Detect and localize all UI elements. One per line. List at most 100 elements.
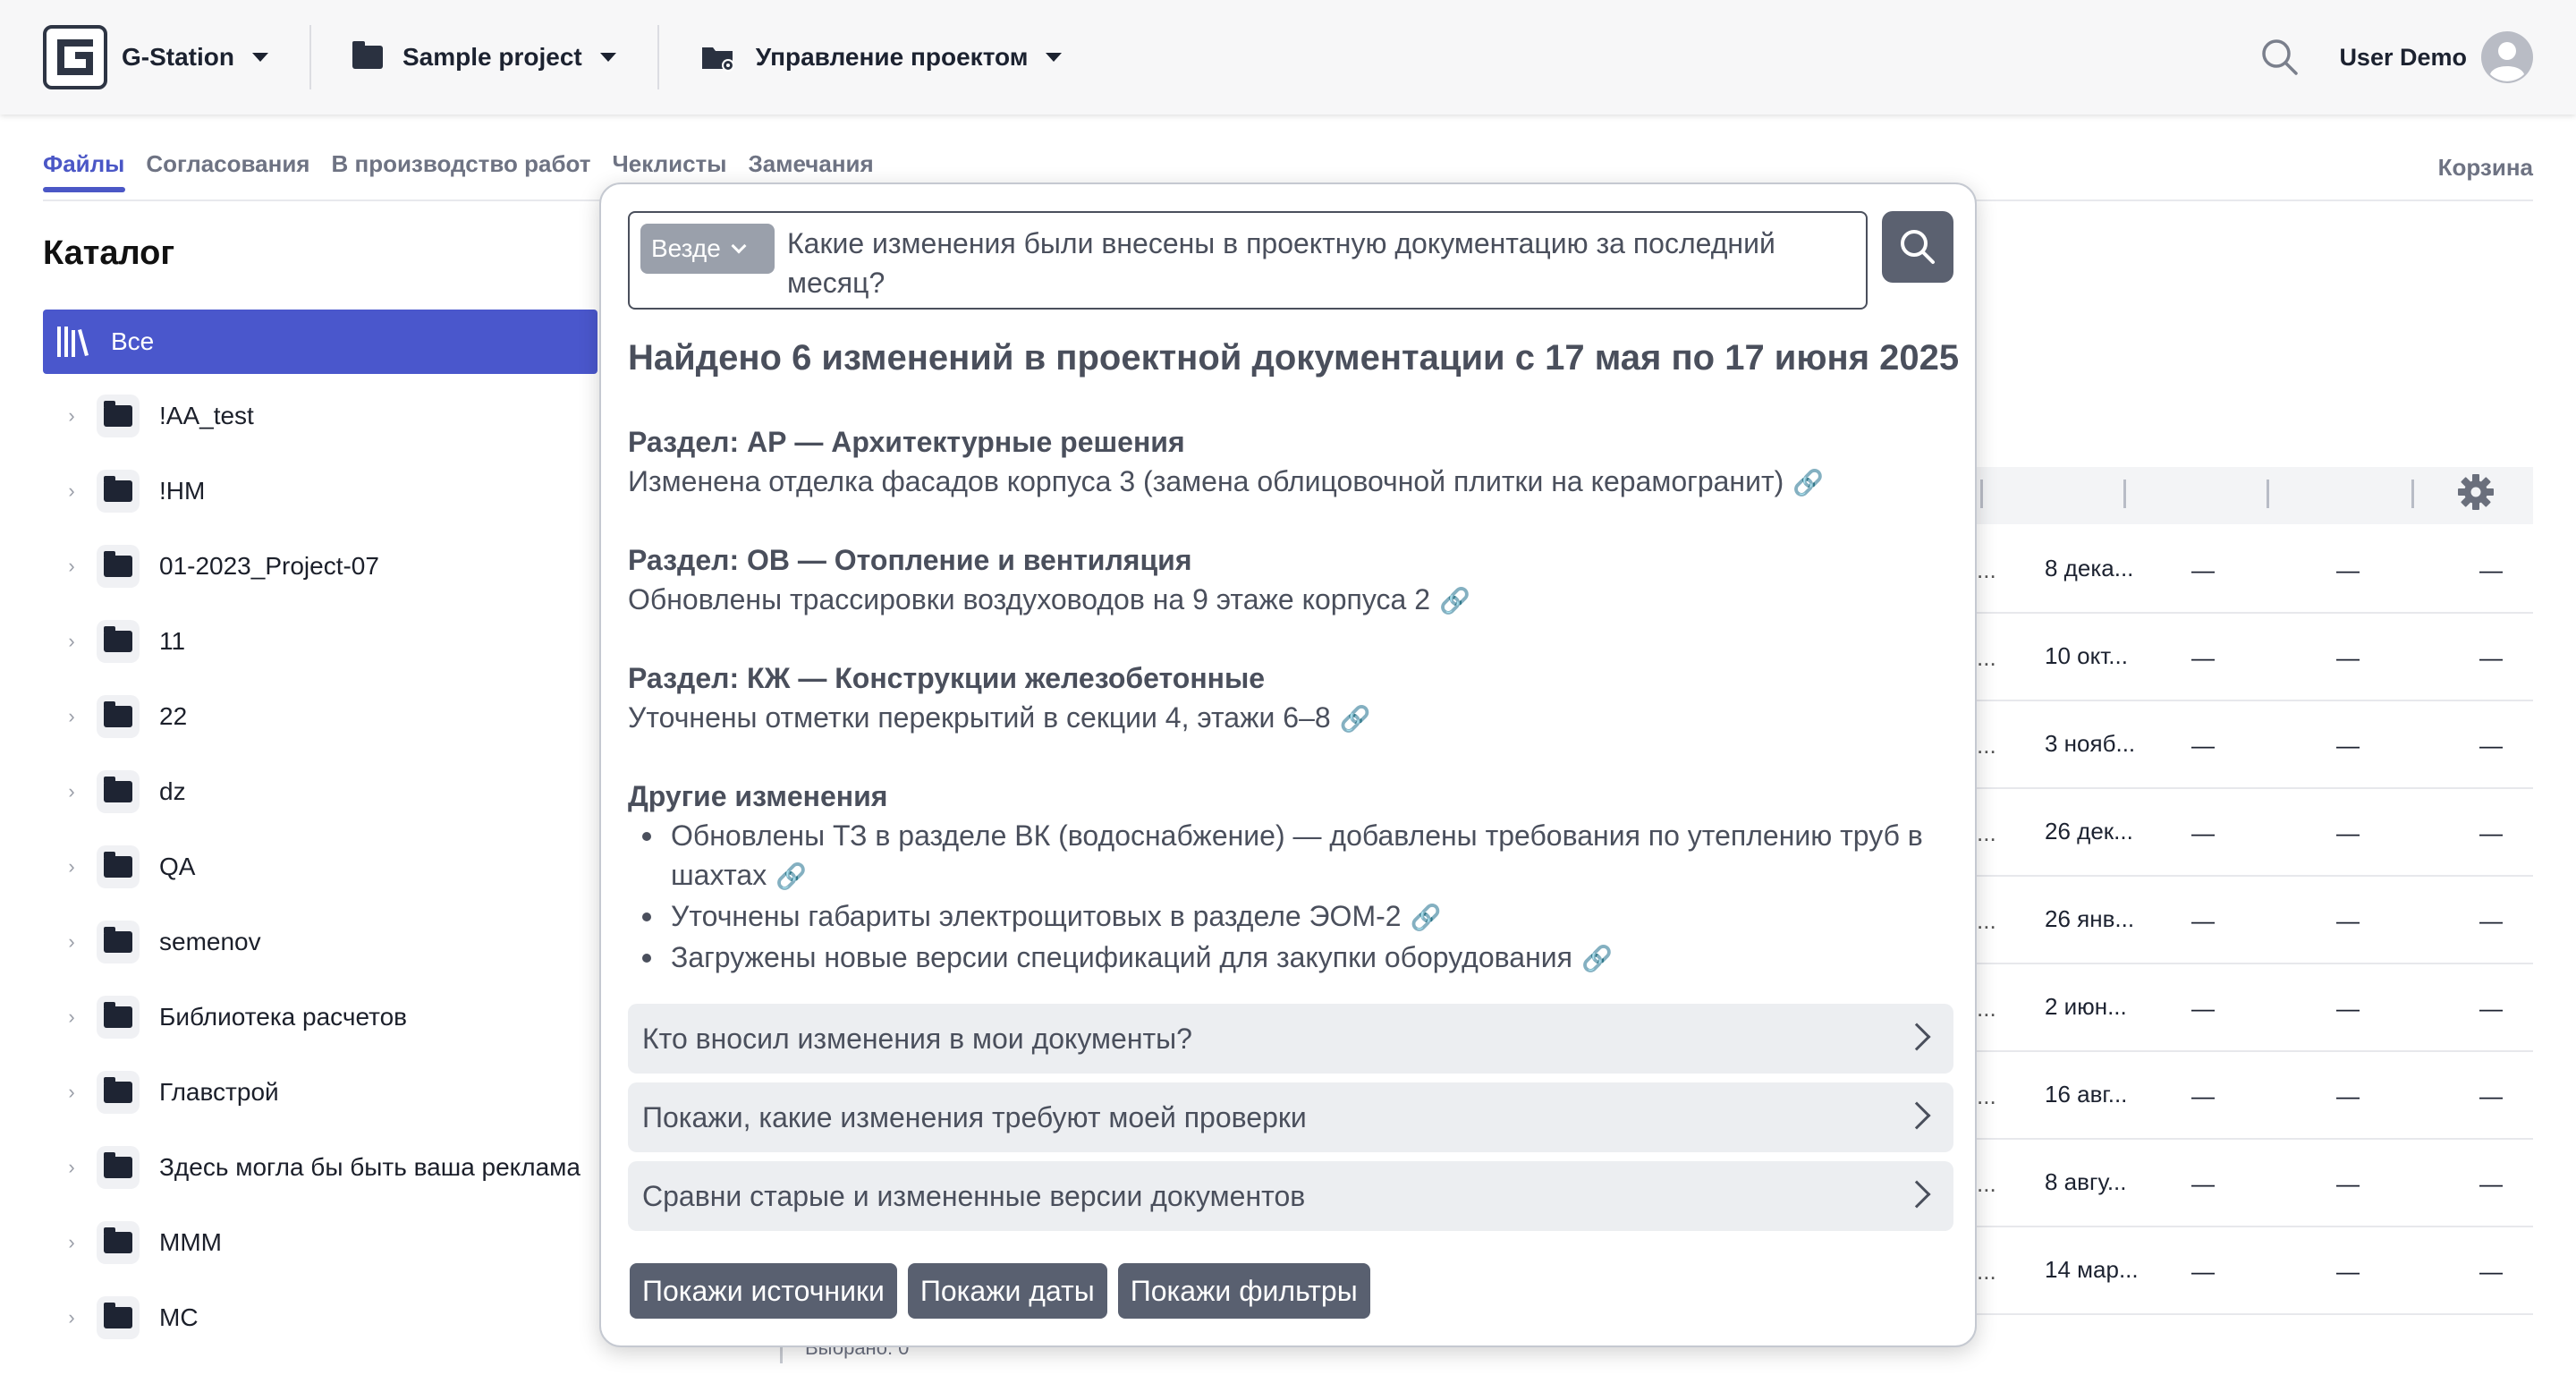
folder-label: Главстрой bbox=[159, 1078, 279, 1106]
table-row[interactable]: ... 3 нояб... — — — bbox=[1975, 701, 2533, 789]
chevron-right-icon[interactable]: › bbox=[54, 930, 89, 954]
tab-files[interactable]: Файлы bbox=[43, 150, 126, 192]
empty-cell: — bbox=[2191, 819, 2215, 846]
section-text-content: Изменена отделка фасадов корпуса 3 (заме… bbox=[628, 465, 1784, 497]
answer-section: Раздел: АР — Архитектурные решения Измен… bbox=[628, 422, 1961, 503]
tab-production[interactable]: В производство работ bbox=[331, 150, 590, 192]
column-resizer[interactable] bbox=[1980, 480, 1983, 508]
empty-cell: — bbox=[2191, 1170, 2215, 1197]
link-icon[interactable]: 🔗 bbox=[1439, 581, 1470, 621]
empty-cell: — bbox=[2336, 1170, 2360, 1197]
trash-link[interactable]: Корзина bbox=[2438, 154, 2533, 182]
suggestion-item[interactable]: Сравни старые и измененные версии докуме… bbox=[628, 1161, 1953, 1231]
chevron-right-icon[interactable]: › bbox=[54, 404, 89, 428]
table-row[interactable]: ... 8 дека... — — — bbox=[1975, 526, 2533, 614]
chevron-right-icon[interactable]: › bbox=[54, 780, 89, 803]
project-selector[interactable]: Sample project bbox=[352, 0, 616, 115]
section-text: Обновлены трассировки воздуховодов на 9 … bbox=[628, 580, 1961, 621]
link-icon[interactable]: 🔗 bbox=[775, 857, 807, 896]
suggestion-item[interactable]: Кто вносил изменения в мои документы? bbox=[628, 1004, 1953, 1074]
folder-item[interactable]: › 22 bbox=[43, 679, 615, 754]
chevron-right-icon[interactable]: › bbox=[54, 705, 89, 728]
chevron-right-icon[interactable]: › bbox=[54, 555, 89, 578]
empty-cell: — bbox=[2191, 907, 2215, 934]
folder-icon bbox=[97, 1221, 140, 1264]
folder-label: 11 bbox=[159, 627, 186, 655]
chevron-right-icon[interactable]: › bbox=[54, 855, 89, 878]
folder-item[interactable]: › semenov bbox=[43, 904, 615, 980]
chevron-right-icon[interactable]: › bbox=[54, 1081, 89, 1104]
link-icon[interactable]: 🔗 bbox=[1411, 898, 1442, 938]
column-resizer[interactable] bbox=[2411, 480, 2414, 508]
folder-item[interactable]: › !HM bbox=[43, 454, 615, 529]
table-row[interactable]: ... 8 авгу... — — — bbox=[1975, 1140, 2533, 1227]
chevron-right-icon[interactable]: › bbox=[54, 480, 89, 503]
empty-cell: — bbox=[2336, 732, 2360, 759]
folder-item[interactable]: › Главстрой bbox=[43, 1055, 615, 1130]
quick-actions: Покажи источники Покажи даты Покажи филь… bbox=[630, 1263, 1370, 1319]
folder-label: Библиотека расчетов bbox=[159, 1003, 408, 1031]
empty-cell: — bbox=[2336, 819, 2360, 846]
ai-search-popup: Везде Какие изменения были внесены в про… bbox=[599, 182, 1977, 1347]
column-resizer[interactable] bbox=[2267, 480, 2269, 508]
link-icon[interactable]: 🔗 bbox=[1581, 939, 1613, 979]
folder-icon bbox=[97, 695, 140, 738]
chevron-right-icon[interactable]: › bbox=[54, 1006, 89, 1029]
folder-icon bbox=[97, 620, 140, 663]
folder-item[interactable]: › 01-2023_Project-07 bbox=[43, 529, 615, 604]
changes-list: Обновлены ТЗ в разделе ВК (водоснабжение… bbox=[628, 816, 1961, 979]
link-icon[interactable]: 🔗 bbox=[1792, 463, 1824, 503]
folder-item[interactable]: › Здесь могла бы быть ваша реклама bbox=[43, 1130, 615, 1205]
table-row[interactable]: ... 16 авг... — — — bbox=[1975, 1052, 2533, 1140]
user-name[interactable]: User Demo bbox=[2339, 44, 2467, 72]
column-resizer[interactable] bbox=[2123, 480, 2126, 508]
suggestion-label: Сравни старые и измененные версии докуме… bbox=[642, 1179, 1306, 1212]
chevron-right-icon[interactable]: › bbox=[54, 1156, 89, 1179]
catalog-all-item[interactable]: Все bbox=[43, 310, 597, 374]
catalog-all-label: Все bbox=[111, 327, 155, 355]
folder-label: 01-2023_Project-07 bbox=[159, 552, 379, 580]
project-management-menu[interactable]: Управление проектом bbox=[700, 0, 1063, 115]
empty-cell: — bbox=[2336, 556, 2360, 583]
show-sources-button[interactable]: Покажи источники bbox=[630, 1263, 897, 1319]
truncated-cell: ... bbox=[1977, 1170, 1996, 1197]
folder-item[interactable]: › MMM bbox=[43, 1205, 615, 1280]
table-row[interactable]: ... 26 дек... — — — bbox=[1975, 789, 2533, 877]
list-item: Уточнены габариты электрощитовых в разде… bbox=[628, 896, 1961, 938]
divider bbox=[657, 25, 659, 89]
chevron-right-icon[interactable]: › bbox=[54, 630, 89, 653]
table-row[interactable]: ... 2 июн... — — — bbox=[1975, 964, 2533, 1052]
empty-cell: — bbox=[2336, 644, 2360, 671]
show-dates-button[interactable]: Покажи даты bbox=[907, 1263, 1107, 1319]
search-input[interactable]: Какие изменения были внесены в проектную… bbox=[787, 224, 1852, 302]
folder-label: dz bbox=[159, 777, 186, 805]
gear-icon[interactable] bbox=[2456, 472, 2496, 512]
folder-item[interactable]: › Библиотека расчетов bbox=[43, 980, 615, 1055]
table-row[interactable]: ... 26 янв... — — — bbox=[1975, 877, 2533, 964]
search-query-box[interactable]: Везде Какие изменения были внесены в про… bbox=[628, 211, 1868, 310]
suggestion-item[interactable]: Покажи, какие изменения требуют моей про… bbox=[628, 1082, 1953, 1152]
scope-dropdown[interactable]: Везде bbox=[640, 224, 775, 274]
app-switcher[interactable]: G-Station bbox=[43, 0, 268, 115]
search-button[interactable] bbox=[1882, 211, 1953, 283]
search-icon[interactable] bbox=[2260, 38, 2300, 77]
folder-item[interactable]: › MC bbox=[43, 1280, 615, 1355]
tab-approvals[interactable]: Согласования bbox=[146, 150, 309, 192]
folder-item[interactable]: › dz bbox=[43, 754, 615, 829]
empty-cell: — bbox=[2479, 1082, 2503, 1109]
avatar[interactable] bbox=[2481, 31, 2533, 83]
truncated-cell: ... bbox=[1977, 907, 1996, 934]
show-filters-button[interactable]: Покажи фильтры bbox=[1117, 1263, 1370, 1319]
chevron-right-icon[interactable]: › bbox=[54, 1231, 89, 1254]
catalog-title: Каталог bbox=[43, 234, 175, 272]
link-icon[interactable]: 🔗 bbox=[1340, 700, 1371, 739]
table-row[interactable]: ... 10 окт... — — — bbox=[1975, 614, 2533, 701]
folder-icon bbox=[97, 996, 140, 1039]
folder-item[interactable]: › 11 bbox=[43, 604, 615, 679]
chevron-right-icon[interactable]: › bbox=[54, 1306, 89, 1329]
folder-item[interactable]: › !AA_test bbox=[43, 378, 615, 454]
section-heading: Раздел: КЖ — Конструкции железобетонные bbox=[628, 662, 1266, 694]
empty-cell: — bbox=[2191, 1082, 2215, 1109]
folder-item[interactable]: › QA bbox=[43, 829, 615, 904]
table-row[interactable]: ... 14 мар... — — — bbox=[1975, 1227, 2533, 1315]
